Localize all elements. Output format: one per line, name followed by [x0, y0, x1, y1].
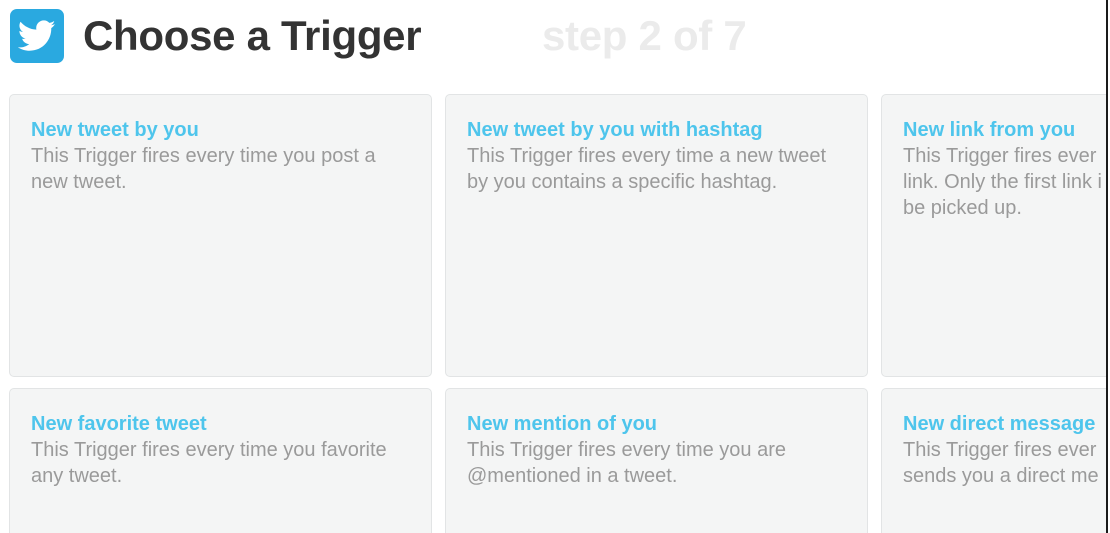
trigger-card-new-tweet-with-hashtag[interactable]: New tweet by you with hashtag This Trigg…	[445, 94, 868, 377]
trigger-card-new-mention-of-you[interactable]: New mention of you This Trigger fires ev…	[445, 388, 868, 533]
trigger-description-line: This Trigger fires every time you are	[467, 439, 786, 461]
trigger-title: New tweet by you	[31, 119, 199, 141]
trigger-description-line: any tweet.	[31, 465, 123, 487]
trigger-description-line: link. Only the first link i	[903, 171, 1102, 193]
trigger-title: New direct message	[903, 413, 1096, 435]
trigger-chooser-page: Choose a Trigger step 2 of 7 New tweet b…	[0, 0, 1108, 533]
trigger-description-line: new tweet.	[31, 171, 127, 193]
trigger-description-line: This Trigger fires every time a new twee…	[467, 145, 827, 167]
trigger-title: New mention of you	[467, 413, 657, 435]
page-header: Choose a Trigger	[10, 9, 422, 63]
trigger-description-line: This Trigger fires ever	[903, 439, 1097, 461]
trigger-description-line: by you contains a specific hashtag.	[467, 171, 778, 193]
trigger-description-line: sends you a direct me	[903, 465, 1099, 487]
trigger-card-new-tweet-by-you[interactable]: New tweet by you This Trigger fires ever…	[9, 94, 432, 377]
trigger-card-new-direct-message[interactable]: New direct message This Trigger fires ev…	[881, 388, 1108, 533]
trigger-title: New favorite tweet	[31, 413, 207, 435]
trigger-description-line: This Trigger fires every time you post a	[31, 145, 376, 167]
trigger-card-new-link-from-you[interactable]: New link from you This Trigger fires eve…	[881, 94, 1108, 377]
trigger-description-line: This Trigger fires every time you favori…	[31, 439, 387, 461]
trigger-card-new-favorite-tweet[interactable]: New favorite tweet This Trigger fires ev…	[9, 388, 432, 533]
step-indicator: step 2 of 7	[542, 12, 747, 59]
trigger-title: New tweet by you with hashtag	[467, 119, 763, 141]
trigger-description-line: be picked up.	[903, 197, 1022, 219]
trigger-description-line: @mentioned in a tweet.	[467, 465, 678, 487]
trigger-description-line: This Trigger fires ever	[903, 145, 1097, 167]
window-edge	[1106, 0, 1108, 533]
trigger-title: New link from you	[903, 119, 1076, 141]
twitter-bird-icon	[18, 20, 56, 51]
twitter-logo	[10, 9, 64, 63]
page-title: Choose a Trigger	[83, 12, 422, 59]
